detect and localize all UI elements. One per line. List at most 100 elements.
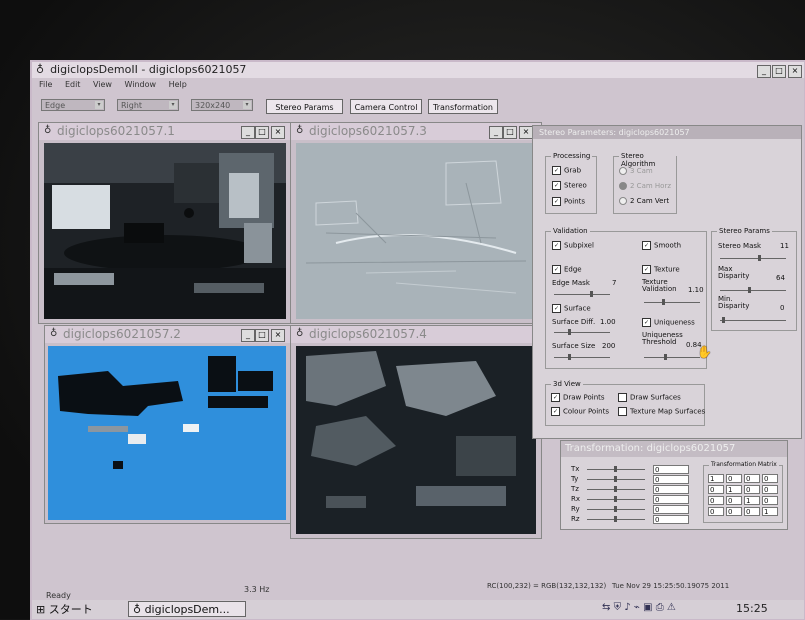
colour-points-checkbox[interactable]: ✓ Colour Points	[551, 407, 609, 416]
algo-2cam-horz-radio[interactable]: 2 Cam Horz	[619, 182, 671, 190]
algo-3cam-radio[interactable]: 3 Cam	[619, 167, 653, 175]
subpixel-checkbox[interactable]: ✓ Subpixel	[552, 241, 594, 250]
slider-thumb[interactable]	[614, 476, 617, 482]
matrix-cell[interactable]: 0	[708, 507, 724, 516]
slider-thumb[interactable]	[614, 506, 617, 512]
matrix-cell[interactable]: 0	[726, 474, 742, 483]
slider-thumb[interactable]	[758, 255, 761, 261]
transform-slider[interactable]	[587, 476, 645, 482]
edge-checkbox[interactable]: ✓ Edge	[552, 265, 582, 274]
matrix-cell[interactable]: 0	[762, 485, 778, 494]
matrix-cell[interactable]: 0	[726, 507, 742, 516]
transform-slider[interactable]	[587, 496, 645, 502]
points-checkbox[interactable]: ✓ Points	[552, 197, 585, 206]
slider-thumb[interactable]	[614, 496, 617, 502]
texture-validation-slider[interactable]	[644, 299, 700, 305]
close-button[interactable]: ×	[519, 126, 533, 139]
matrix-cell[interactable]: 0	[744, 485, 760, 494]
menu-window[interactable]: Window	[125, 80, 157, 89]
matrix-cell[interactable]: 0	[762, 474, 778, 483]
transform-slider[interactable]	[587, 486, 645, 492]
matrix-cell[interactable]: 0	[762, 496, 778, 505]
volume-icon[interactable]: ♪	[624, 602, 630, 613]
texture-checkbox[interactable]: ✓ Texture	[642, 265, 680, 274]
surface-diff-slider[interactable]	[554, 329, 610, 335]
mode-combo[interactable]: Edge ▾	[41, 99, 105, 111]
stereo-panel-titlebar[interactable]: Stereo Parameters: digiclops6021057	[533, 126, 801, 139]
transform-slider[interactable]	[587, 466, 645, 472]
surface-checkbox[interactable]: ✓ Surface	[552, 304, 591, 313]
slider-thumb[interactable]	[748, 287, 751, 293]
slider-thumb[interactable]	[662, 299, 665, 305]
close-button[interactable]: ×	[788, 65, 802, 78]
transform-slider[interactable]	[587, 516, 645, 522]
surface-size-slider[interactable]	[554, 354, 610, 360]
slider-thumb[interactable]	[568, 354, 571, 360]
matrix-cell[interactable]: 1	[744, 496, 760, 505]
transform-value-input[interactable]: 0	[653, 465, 689, 474]
edge-mask-slider[interactable]	[554, 291, 610, 297]
main-titlebar[interactable]: ♁ digiclopsDemoII - digiclops6021057	[32, 62, 804, 78]
slider-thumb[interactable]	[614, 466, 617, 472]
view-titlebar-4[interactable]: ♁ digiclops6021057.4	[291, 326, 541, 343]
matrix-cell[interactable]: 0	[744, 507, 760, 516]
algo-2cam-vert-radio[interactable]: 2 Cam Vert	[619, 197, 669, 205]
menu-file[interactable]: File	[39, 80, 52, 89]
matrix-cell[interactable]: 0	[708, 496, 724, 505]
slider-thumb[interactable]	[614, 516, 617, 522]
transform-value-input[interactable]: 0	[653, 485, 689, 494]
start-button[interactable]: ⊞ スタート	[36, 602, 118, 617]
menu-view[interactable]: View	[93, 80, 112, 89]
camera-control-button[interactable]: Camera Control	[350, 99, 422, 114]
network-icon[interactable]: ⇆	[602, 602, 610, 613]
camera-combo[interactable]: Right ▾	[117, 99, 179, 111]
draw-points-checkbox[interactable]: ✓ Draw Points	[551, 393, 605, 402]
close-button[interactable]: ×	[271, 329, 285, 342]
maximize-button[interactable]: □	[503, 126, 517, 139]
transform-value-input[interactable]: 0	[653, 505, 689, 514]
stereo-checkbox[interactable]: ✓ Stereo	[552, 181, 587, 190]
minimize-button[interactable]: _	[241, 126, 255, 139]
matrix-cell[interactable]: 1	[726, 485, 742, 494]
maximize-button[interactable]: □	[255, 329, 269, 342]
minimize-button[interactable]: _	[489, 126, 503, 139]
transform-slider[interactable]	[587, 506, 645, 512]
slider-thumb[interactable]	[722, 317, 725, 323]
minimize-button[interactable]: _	[757, 65, 771, 78]
matrix-cell[interactable]: 1	[762, 507, 778, 516]
close-button[interactable]: ×	[271, 126, 285, 139]
usb-icon[interactable]: ⌁	[634, 602, 640, 613]
stereo-params-button[interactable]: Stereo Params	[266, 99, 343, 114]
uniqueness-checkbox[interactable]: ✓ Uniqueness	[642, 318, 695, 327]
transform-value-input[interactable]: 0	[653, 495, 689, 504]
smooth-checkbox[interactable]: ✓ Smooth	[642, 241, 681, 250]
printer-icon[interactable]: ⎙	[656, 602, 664, 613]
slider-thumb[interactable]	[664, 354, 667, 360]
maximize-button[interactable]: □	[772, 65, 786, 78]
maximize-button[interactable]: □	[255, 126, 269, 139]
matrix-cell[interactable]: 0	[726, 496, 742, 505]
resolution-combo[interactable]: 320x240 ▾	[191, 99, 253, 111]
warning-icon[interactable]: ⚠	[667, 602, 676, 613]
max-disparity-slider[interactable]	[720, 287, 786, 293]
slider-thumb[interactable]	[568, 329, 571, 335]
draw-surfaces-checkbox[interactable]: Draw Surfaces	[618, 393, 681, 402]
slider-thumb[interactable]	[614, 486, 617, 492]
matrix-cell[interactable]: 0	[708, 485, 724, 494]
grab-checkbox[interactable]: ✓ Grab	[552, 166, 581, 175]
minimize-button[interactable]: _	[241, 329, 255, 342]
uniqueness-threshold-slider[interactable]	[644, 354, 700, 360]
menu-help[interactable]: Help	[169, 80, 187, 89]
display-icon[interactable]: ▣	[643, 602, 652, 613]
menu-edit[interactable]: Edit	[65, 80, 81, 89]
taskbar-clock[interactable]: 15:25	[736, 602, 768, 615]
transform-value-input[interactable]: 0	[653, 475, 689, 484]
taskbar-task-digiclops[interactable]: ♁ digiclopsDem...	[128, 601, 246, 617]
texture-map-surfaces-checkbox[interactable]: Texture Map Surfaces	[618, 407, 705, 416]
shield-icon[interactable]: ⛨	[614, 602, 622, 613]
matrix-cell[interactable]: 1	[708, 474, 724, 483]
stereo-mask-slider[interactable]	[720, 255, 786, 261]
transformation-button[interactable]: Transformation	[428, 99, 498, 114]
transform-value-input[interactable]: 0	[653, 515, 689, 524]
matrix-cell[interactable]: 0	[744, 474, 760, 483]
